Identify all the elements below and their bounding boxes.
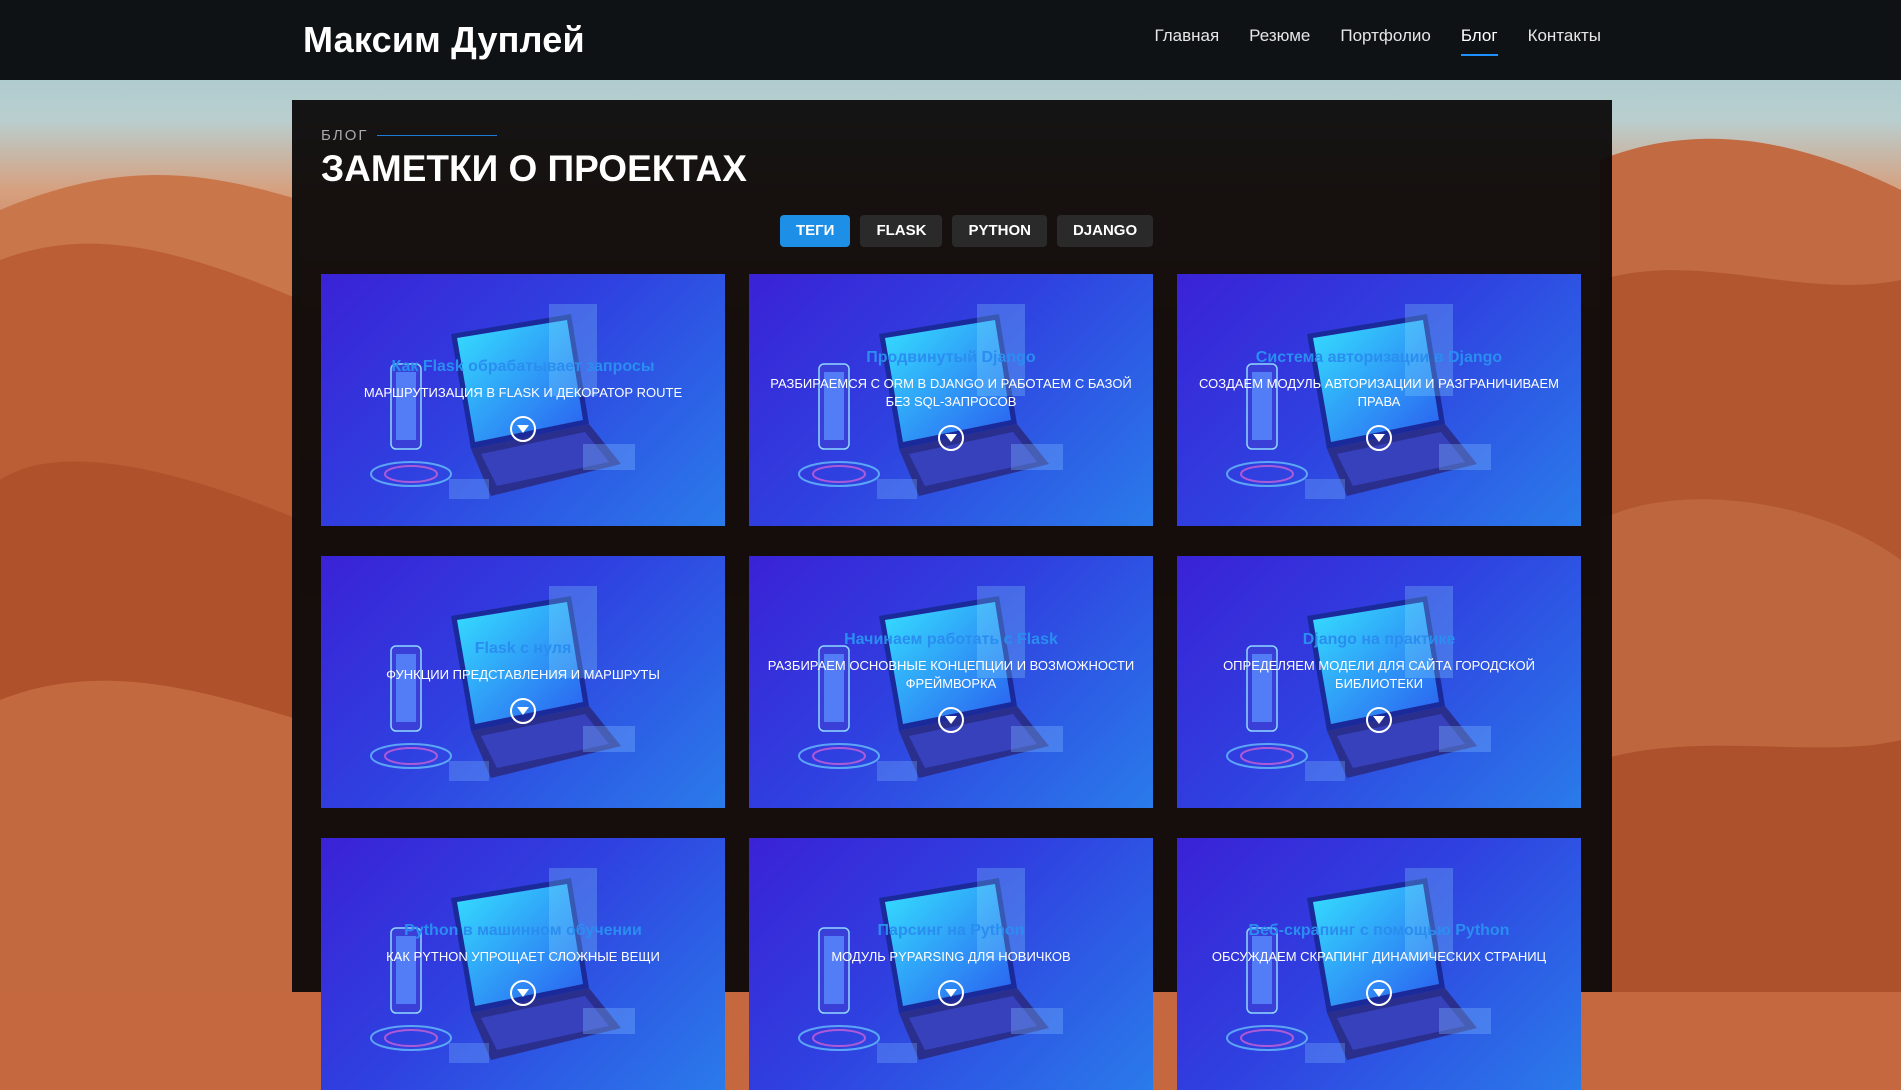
filter-python[interactable]: PYTHON xyxy=(952,215,1047,247)
post-subtitle: Создаем модуль авторизации и разграничив… xyxy=(1199,376,1559,409)
site-header: Максим Дуплей Главная Резюме Портфолио Б… xyxy=(0,0,1901,80)
post-card[interactable]: Начинаем работать с Flask Разбираем осно… xyxy=(749,556,1153,808)
post-title: Python в машинном обучении xyxy=(404,922,642,939)
post-title: Как Flask обрабатывает запросы xyxy=(391,358,655,375)
post-title: Система авторизации в Django xyxy=(1255,349,1503,366)
chevron-down-circle-icon[interactable] xyxy=(510,980,536,1006)
post-card-overlay: Система авторизации в Django Создаем мод… xyxy=(1177,274,1581,526)
post-card[interactable]: Система авторизации в Django Создаем мод… xyxy=(1177,274,1581,526)
post-title: Веб-скрапинг с помощью Python xyxy=(1248,922,1510,939)
post-subtitle: Функции представления и маршруты xyxy=(386,667,660,682)
chevron-down-circle-icon[interactable] xyxy=(938,425,964,451)
post-card-overlay: Python в машинном обучении Как Python уп… xyxy=(321,838,725,1090)
main-nav: Главная Резюме Портфолио Блог Контакты xyxy=(1154,26,1601,56)
post-subtitle: Определяем модели для сайта городской би… xyxy=(1223,658,1535,691)
post-card-overlay: Flask с нуля Функции представления и мар… xyxy=(321,556,725,808)
post-card-overlay: Парсинг на Python Модуль pyparsing для н… xyxy=(749,838,1153,1090)
post-card-overlay: Django на практике Определяем модели для… xyxy=(1177,556,1581,808)
post-card-overlay: Начинаем работать с Flask Разбираем осно… xyxy=(749,556,1153,808)
filter-tags[interactable]: ТЕГИ xyxy=(780,215,851,247)
nav-portfolio[interactable]: Портфолио xyxy=(1340,26,1430,52)
post-card-overlay: Продвинутый Django Разбираемся с ORM в D… xyxy=(749,274,1153,526)
post-card[interactable]: Парсинг на Python Модуль pyparsing для н… xyxy=(749,838,1153,1090)
chevron-down-circle-icon[interactable] xyxy=(938,980,964,1006)
kicker-divider xyxy=(377,135,497,136)
post-card[interactable]: Веб-скрапинг с помощью Python Обсуждаем … xyxy=(1177,838,1581,1090)
post-card[interactable]: Как Flask обрабатывает запросы Маршрутиз… xyxy=(321,274,725,526)
post-title: Начинаем работать с Flask xyxy=(844,631,1058,648)
nav-contacts[interactable]: Контакты xyxy=(1528,26,1601,52)
nav-blog[interactable]: Блог xyxy=(1460,26,1498,56)
chevron-down-circle-icon[interactable] xyxy=(1366,980,1392,1006)
posts-grid: Как Flask обрабатывает запросы Маршрутиз… xyxy=(321,274,1581,1090)
post-subtitle: Маршрутизация в Flask и декоратор route xyxy=(363,385,683,400)
post-subtitle: Разбираем основные концепции и возможнос… xyxy=(767,658,1135,691)
post-title: Django на практике xyxy=(1302,631,1456,648)
chevron-down-circle-icon[interactable] xyxy=(1366,707,1392,733)
chevron-down-circle-icon[interactable] xyxy=(938,707,964,733)
post-subtitle: Как Python упрощает сложные вещи xyxy=(386,949,660,964)
post-title: Парсинг на Python xyxy=(877,922,1025,939)
section-title: ЗАМЕТКИ О ПРОЕКТАХ xyxy=(321,148,747,189)
post-card[interactable]: Python в машинном обучении Как Python уп… xyxy=(321,838,725,1090)
chevron-down-circle-icon[interactable] xyxy=(1366,425,1392,451)
chevron-down-circle-icon[interactable] xyxy=(510,698,536,724)
post-title: Продвинутый Django xyxy=(866,349,1036,366)
post-card-overlay: Веб-скрапинг с помощью Python Обсуждаем … xyxy=(1177,838,1581,1090)
site-brand[interactable]: Максим Дуплей xyxy=(303,16,585,64)
post-subtitle: Разбираемся с ORM в Django и работаем с … xyxy=(770,376,1132,409)
post-card[interactable]: Flask с нуля Функции представления и мар… xyxy=(321,556,725,808)
post-subtitle: Обсуждаем скрапинг динамических страниц xyxy=(1211,949,1547,964)
filter-flask[interactable]: FLASK xyxy=(860,215,943,247)
nav-home[interactable]: Главная xyxy=(1154,26,1219,52)
post-title: Flask с нуля xyxy=(474,640,572,657)
post-card[interactable]: Продвинутый Django Разбираемся с ORM в D… xyxy=(749,274,1153,526)
section-kicker: БЛОГ xyxy=(321,127,369,144)
post-card-overlay: Как Flask обрабатывает запросы Маршрутиз… xyxy=(321,274,725,526)
post-card[interactable]: Django на практике Определяем модели для… xyxy=(1177,556,1581,808)
chevron-down-circle-icon[interactable] xyxy=(510,416,536,442)
blog-section: БЛОГ ЗАМЕТКИ О ПРОЕКТАХ ТЕГИ FLASK PYTHO… xyxy=(292,100,1612,1090)
filter-django[interactable]: DJANGO xyxy=(1056,215,1154,247)
post-subtitle: Модуль pyparsing для новичков xyxy=(831,949,1071,964)
tag-filters: ТЕГИ FLASK PYTHON DJANGO xyxy=(780,215,1154,247)
nav-resume[interactable]: Резюме xyxy=(1249,26,1310,52)
